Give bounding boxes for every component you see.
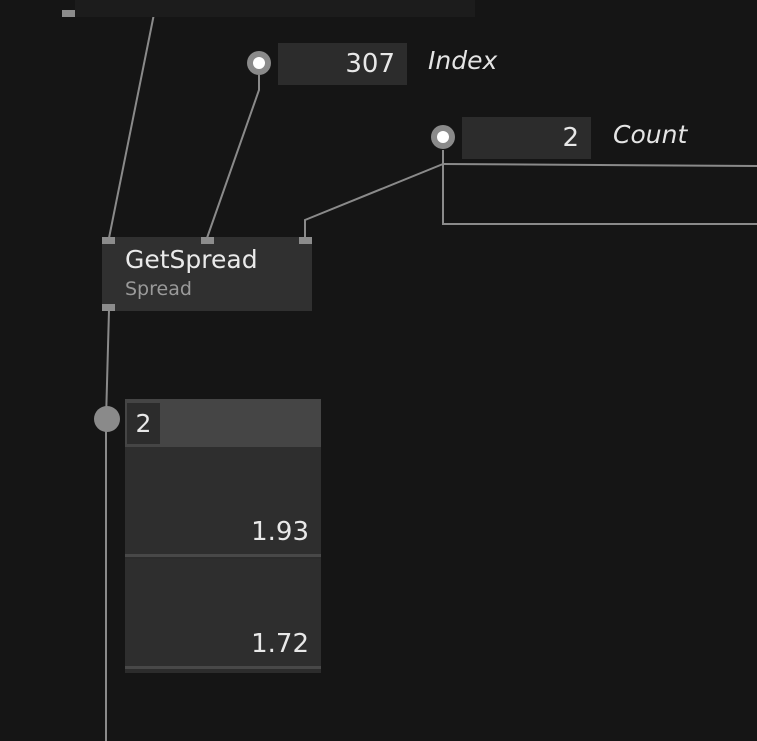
link-count-to-getspread[interactable] xyxy=(304,150,444,238)
patch-canvas[interactable]: 307 Index 2 Count GetSpread Spread 2 1.9… xyxy=(0,0,757,741)
spread-header: 2 xyxy=(125,399,321,447)
index-label: Index xyxy=(428,46,498,75)
spread-count-field[interactable]: 2 xyxy=(127,403,160,444)
count-value-box[interactable]: 2 xyxy=(462,117,591,159)
getspread-output-pin[interactable] xyxy=(102,304,115,311)
getspread-node[interactable]: GetSpread Spread xyxy=(102,237,312,311)
slice-value: 1.72 xyxy=(251,629,309,659)
output-spread-box[interactable]: 2 1.93 1.72 xyxy=(125,399,321,673)
getspread-input-pin-index[interactable] xyxy=(201,237,214,244)
link-getspread-to-spread-box[interactable] xyxy=(105,309,110,741)
upstream-node[interactable] xyxy=(75,0,475,17)
link-layer xyxy=(105,0,757,741)
spread-slice[interactable]: 1.93 xyxy=(125,447,321,557)
link-index-to-getspread[interactable] xyxy=(206,75,260,239)
link-input-to-getspread[interactable] xyxy=(108,3,157,239)
count-label: Count xyxy=(613,120,688,149)
spread-box-input-pin[interactable] xyxy=(94,406,120,432)
getspread-input-pin-spread[interactable] xyxy=(102,237,115,244)
count-output-pin[interactable] xyxy=(431,125,455,149)
index-value-box[interactable]: 307 xyxy=(278,43,407,85)
pin-dot-icon xyxy=(253,57,265,69)
node-title: GetSpread xyxy=(125,245,258,274)
node-category: Spread xyxy=(125,278,192,300)
pin-dot-icon xyxy=(437,131,449,143)
upstream-node-pin[interactable] xyxy=(62,10,75,17)
spread-slice[interactable]: 1.72 xyxy=(125,559,321,669)
link-count-out-right[interactable] xyxy=(442,163,757,167)
getspread-input-pin-count[interactable] xyxy=(299,237,312,244)
link-count-out-lower[interactable] xyxy=(442,164,757,225)
index-output-pin[interactable] xyxy=(247,51,271,75)
slice-value: 1.93 xyxy=(251,517,309,547)
